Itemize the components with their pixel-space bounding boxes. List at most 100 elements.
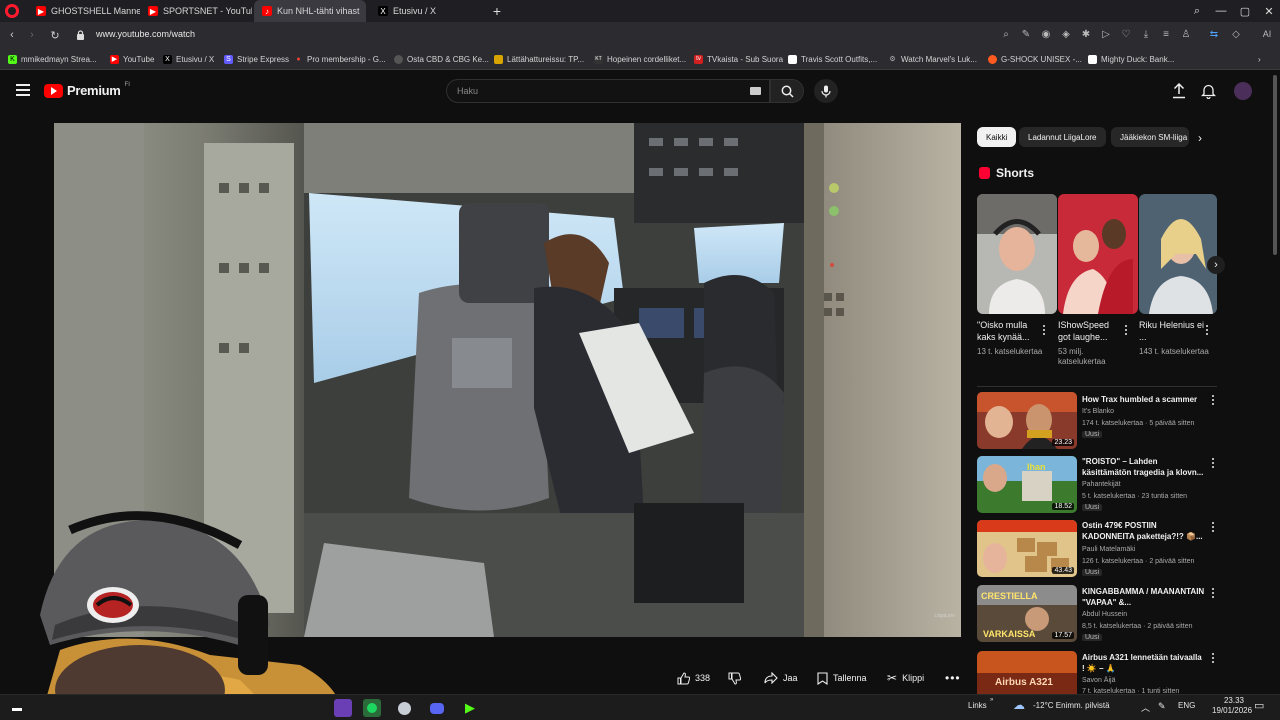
bookmark-item[interactable]: KT Hopeinen cordelliket... [594, 52, 686, 66]
bookmark-item[interactable]: ● Pro membership - G... [294, 52, 385, 66]
keyboard-icon[interactable] [750, 87, 761, 95]
bookmark-item[interactable]: S Stripe Express [224, 52, 289, 66]
notifications-bell-icon[interactable] [1200, 83, 1217, 104]
heart-icon[interactable]: ♡ [1120, 28, 1132, 40]
links-expand-icon[interactable]: » [990, 697, 993, 703]
ai-icon[interactable]: AI [1256, 28, 1278, 40]
notification-center-icon[interactable]: ▭ [1254, 699, 1264, 712]
short-title[interactable]: "Oisko mulla kaks kynää... [977, 319, 1043, 343]
extension-icon[interactable]: ✱ [1080, 28, 1092, 40]
browser-tab-2[interactable]: ▶ SPORTSNET - YouTube [140, 0, 252, 22]
short-menu-icon[interactable] [1203, 324, 1211, 336]
search-icon[interactable]: ⌕ [1000, 28, 1012, 40]
search-input[interactable]: Haku [446, 79, 770, 103]
clock[interactable]: 23.33 19/01/2026 [1212, 696, 1252, 716]
browser-tab-4[interactable]: X Etusivu / X [370, 0, 482, 22]
recommendation-title[interactable]: Airbus A321 lennetään taivaalla ! ☀️ – 🙏 [1082, 652, 1206, 674]
profile-icon[interactable]: ♙ [1180, 28, 1192, 40]
recommendation-thumbnail[interactable]: Ihan 18.52 [977, 456, 1077, 513]
short-thumbnail[interactable] [1058, 194, 1138, 314]
spotify-icon[interactable] [363, 699, 381, 717]
recommendation-title[interactable]: Ostin 479€ POSTIIN KADONNEITA paketteja?… [1082, 520, 1206, 542]
chips-next-icon[interactable]: › [1198, 131, 1202, 145]
maximize-icon[interactable]: ▢ [1232, 0, 1258, 22]
hamburger-menu-icon[interactable] [16, 84, 30, 96]
recommendation-menu-icon[interactable] [1209, 587, 1217, 599]
recommendation-channel[interactable]: Savon Äijä [1082, 676, 1212, 686]
tray-expand-icon[interactable]: ︿ [1141, 701, 1150, 714]
page-scrollbar[interactable] [1272, 75, 1278, 255]
avatar[interactable] [1234, 82, 1252, 100]
close-icon[interactable]: ✕ [1256, 0, 1280, 22]
recommendation-thumbnail[interactable]: 43.43 [977, 520, 1077, 577]
recommendation-menu-icon[interactable] [1209, 457, 1217, 469]
browser-tab-1[interactable]: ▶ GHOSTSHELL Mannequin [28, 0, 140, 22]
recommendation-channel[interactable]: Abdul Hussein [1082, 610, 1212, 620]
kick-icon[interactable]: ▶ [461, 699, 479, 717]
weather-text[interactable]: -12°C Enimm. pilvistä [1033, 701, 1110, 710]
vpn-icon[interactable]: ⇆ [1208, 28, 1220, 40]
steam-icon[interactable] [395, 699, 413, 717]
cube-icon[interactable]: ◇ [1230, 28, 1242, 40]
chip-topic[interactable]: Jääkiekon SM-liiga [1111, 127, 1189, 147]
menu-icon[interactable]: ≡ [1160, 28, 1172, 40]
recommendation-channel[interactable]: Pauli Matelamäki [1082, 545, 1212, 555]
start-menu-icon[interactable]: ▬ [8, 699, 26, 717]
browser-tab-3-active[interactable]: ♪ Kun NHL-tähti vihast [254, 0, 366, 22]
recommendation-thumbnail[interactable]: CRESTIELLA VARKAISSA 17.57 [977, 585, 1077, 642]
search-button[interactable] [770, 79, 804, 103]
recommendation-menu-icon[interactable] [1209, 652, 1217, 664]
links-toolbar[interactable]: Links [968, 701, 987, 710]
recommendation-thumbnail[interactable]: Airbus A321 [977, 651, 1077, 694]
shield-icon[interactable]: ◈ [1060, 28, 1072, 40]
opera-icon[interactable] [5, 4, 19, 18]
recommendation-title[interactable]: "ROISTO" – Lahden käsittämätön tragedia … [1082, 456, 1206, 478]
edit-icon[interactable]: ✎ [1020, 28, 1032, 40]
short-thumbnail[interactable] [977, 194, 1057, 314]
short-menu-icon[interactable] [1040, 324, 1048, 336]
bookmark-item[interactable]: Osta CBD & CBG Ke... [394, 52, 489, 66]
recommendation-thumbnail[interactable]: 23.23 [977, 392, 1077, 449]
camera-icon[interactable]: ◉ [1040, 28, 1052, 40]
recommendation-channel[interactable]: It's Blanko [1082, 407, 1212, 417]
bookmark-item[interactable]: G-SHOCK UNISEX -... [988, 52, 1082, 66]
bookmarks-overflow-icon[interactable]: › [1258, 52, 1261, 66]
bookmark-item[interactable]: Mighty Duck: Bank... [1088, 52, 1174, 66]
play-icon[interactable]: ▷ [1100, 28, 1112, 40]
url-field[interactable]: www.youtube.com/watch [96, 29, 195, 39]
dislike-button[interactable] [728, 667, 741, 689]
bookmark-item[interactable]: tv TVkaista - Sub Suora [694, 52, 783, 66]
chip-all[interactable]: Kaikki [977, 127, 1017, 147]
bookmark-item[interactable]: Travis Scott Outfits,... [788, 52, 877, 66]
minimize-icon[interactable]: — [1208, 0, 1234, 22]
new-tab-icon[interactable]: + [484, 0, 510, 22]
short-menu-icon[interactable] [1122, 324, 1130, 336]
like-button[interactable]: 338 [677, 667, 710, 689]
discord-icon[interactable] [428, 699, 446, 717]
bookmark-item[interactable]: ⚙ Watch Marvel's Luk... [888, 52, 977, 66]
reload-icon[interactable]: ↻ [47, 27, 63, 43]
clip-button[interactable]: ✂ Klippi [887, 667, 924, 689]
bookmark-item[interactable]: ▶ YouTube [110, 52, 154, 66]
shorts-next-icon[interactable]: › [1207, 256, 1225, 274]
tab-search-icon[interactable]: ⌕ [1184, 0, 1210, 22]
app-icon[interactable] [334, 699, 352, 717]
recommendation-menu-icon[interactable] [1209, 521, 1217, 533]
save-button[interactable]: Tallenna [817, 667, 867, 689]
pen-icon[interactable]: ✎ [1158, 701, 1166, 712]
bookmark-item[interactable]: Lättähattureissu: TP... [494, 52, 584, 66]
bookmark-item[interactable]: Kmmikedmayn Strea... [8, 52, 97, 66]
forward-icon[interactable]: › [24, 27, 40, 43]
voice-search-button[interactable] [814, 79, 838, 103]
share-button[interactable]: Jaa [764, 667, 798, 689]
more-actions-button[interactable]: ••• [945, 667, 961, 689]
bookmark-item[interactable]: X Etusivu / X [163, 52, 214, 66]
youtube-premium-logo[interactable]: Premium FI [44, 82, 130, 98]
language-indicator[interactable]: ENG [1178, 701, 1195, 710]
short-title[interactable]: IShowSpeed got laughe... [1058, 319, 1124, 343]
download-icon[interactable]: ⤓ [1140, 28, 1152, 40]
upload-icon[interactable] [1172, 82, 1186, 104]
short-thumbnail[interactable] [1139, 194, 1217, 314]
back-icon[interactable]: ‹ [4, 27, 20, 43]
chip-uploader[interactable]: Ladannut LiigaLore [1019, 127, 1106, 147]
